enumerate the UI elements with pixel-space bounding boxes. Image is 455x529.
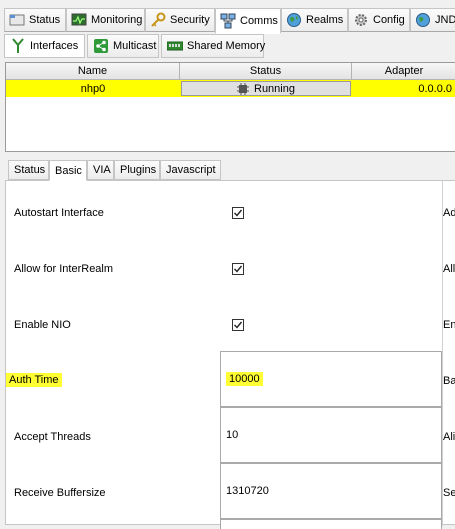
column-divider	[442, 181, 443, 526]
monitor-icon	[71, 12, 87, 28]
tab-config-javascript[interactable]: Javascript	[160, 160, 221, 180]
tab-status[interactable]: Status	[4, 8, 66, 32]
table-row[interactable]: nhp0 Running 0.0.0.0	[6, 80, 455, 97]
globe-icon	[415, 12, 431, 28]
cell-name: nhp0	[80, 82, 106, 95]
tab-config-plugins[interactable]: Plugins	[114, 160, 160, 180]
autostart-label: Autostart Interface	[14, 207, 104, 219]
auth-time-value: 10000	[226, 372, 263, 386]
tab-comms[interactable]: Comms	[215, 8, 281, 34]
check-icon	[234, 265, 243, 273]
comms-sub-tab-bar: Interfaces Multicast Shared Memory	[0, 34, 455, 58]
tab-label: Security	[170, 14, 210, 26]
column-header-status[interactable]: Status	[180, 63, 352, 80]
tab-security[interactable]: Security	[145, 8, 215, 32]
allow-interrealm-checkbox[interactable]	[232, 263, 244, 275]
right-label: Sen	[443, 487, 455, 499]
right-label: Adv	[443, 207, 455, 219]
tab-label: Interfaces	[30, 40, 79, 52]
receive-buffersize-label: Receive Buffersize	[14, 487, 106, 499]
accept-threads-label: Accept Threads	[14, 431, 91, 443]
tab-config-status[interactable]: Status	[8, 160, 49, 180]
basic-config-panel: Autostart Interface Adv Allow for InterR…	[5, 180, 455, 529]
tab-label: Comms	[240, 15, 278, 27]
tab-label: Realms	[306, 14, 344, 26]
column-header-adapter[interactable]: Adapter	[352, 63, 455, 80]
memory-icon	[166, 38, 184, 54]
share-icon	[93, 38, 109, 54]
cell-status: Running	[181, 81, 351, 96]
tab-realms[interactable]: Realms	[281, 8, 348, 32]
main-tab-bar: Status Monitoring Security Comms Realms …	[0, 8, 455, 34]
check-icon	[234, 321, 243, 329]
accept-threads-value: 10	[226, 429, 239, 441]
status-text: Running	[254, 82, 295, 95]
autostart-checkbox[interactable]	[232, 207, 244, 219]
tab-config-basic[interactable]: Basic	[49, 160, 87, 181]
cell-adapter: 0.0.0.0	[418, 82, 452, 95]
next-field[interactable]	[220, 519, 442, 529]
auth-time-label-text: Auth Time	[6, 373, 62, 387]
check-icon	[234, 209, 243, 217]
tab-label: Config	[373, 14, 405, 26]
tab-label: Shared Memory	[187, 40, 266, 52]
gear-icon	[353, 12, 369, 28]
tab-multicast[interactable]: Multicast	[87, 34, 159, 58]
globe-icon	[286, 12, 302, 28]
interfaces-table: Name Status Adapter nhp0 Running 0.0.0.0	[5, 62, 455, 152]
fork-icon	[10, 38, 26, 54]
tab-shared-memory[interactable]: Shared Memory	[161, 34, 266, 58]
right-label: Allo	[443, 263, 455, 275]
tab-label: Multicast	[113, 40, 157, 52]
enable-nio-label: Enable NIO	[14, 319, 71, 331]
right-label: Alia	[443, 431, 455, 443]
enable-nio-checkbox[interactable]	[232, 319, 244, 331]
receive-buffersize-value: 1310720	[226, 485, 269, 497]
tabs-icon	[9, 12, 25, 28]
tab-config[interactable]: Config	[348, 8, 410, 32]
key-icon	[150, 12, 166, 28]
right-label: Bac	[443, 375, 455, 387]
tab-jndi[interactable]: JNDI	[410, 8, 455, 32]
tab-label: Status	[29, 14, 61, 26]
interface-config-tab-bar: Status Basic VIA Plugins Javascript	[8, 160, 308, 181]
accept-threads-field[interactable]: 10	[220, 407, 442, 463]
receive-buffersize-field[interactable]: 1310720	[220, 463, 442, 519]
tab-interfaces[interactable]: Interfaces	[4, 34, 85, 58]
auth-time-field[interactable]: 10000	[220, 351, 442, 407]
column-header-name[interactable]: Name	[6, 63, 180, 80]
network-icon	[220, 13, 236, 29]
chip-icon	[237, 82, 249, 95]
tab-label: Monitoring	[91, 14, 143, 26]
tab-monitoring[interactable]: Monitoring	[66, 8, 145, 32]
auth-time-label: Auth Time	[6, 373, 62, 387]
tab-label: JNDI	[435, 14, 455, 26]
right-label: Ena	[443, 319, 455, 331]
tab-config-via[interactable]: VIA	[87, 160, 114, 180]
allow-interrealm-label: Allow for InterRealm	[14, 263, 114, 275]
